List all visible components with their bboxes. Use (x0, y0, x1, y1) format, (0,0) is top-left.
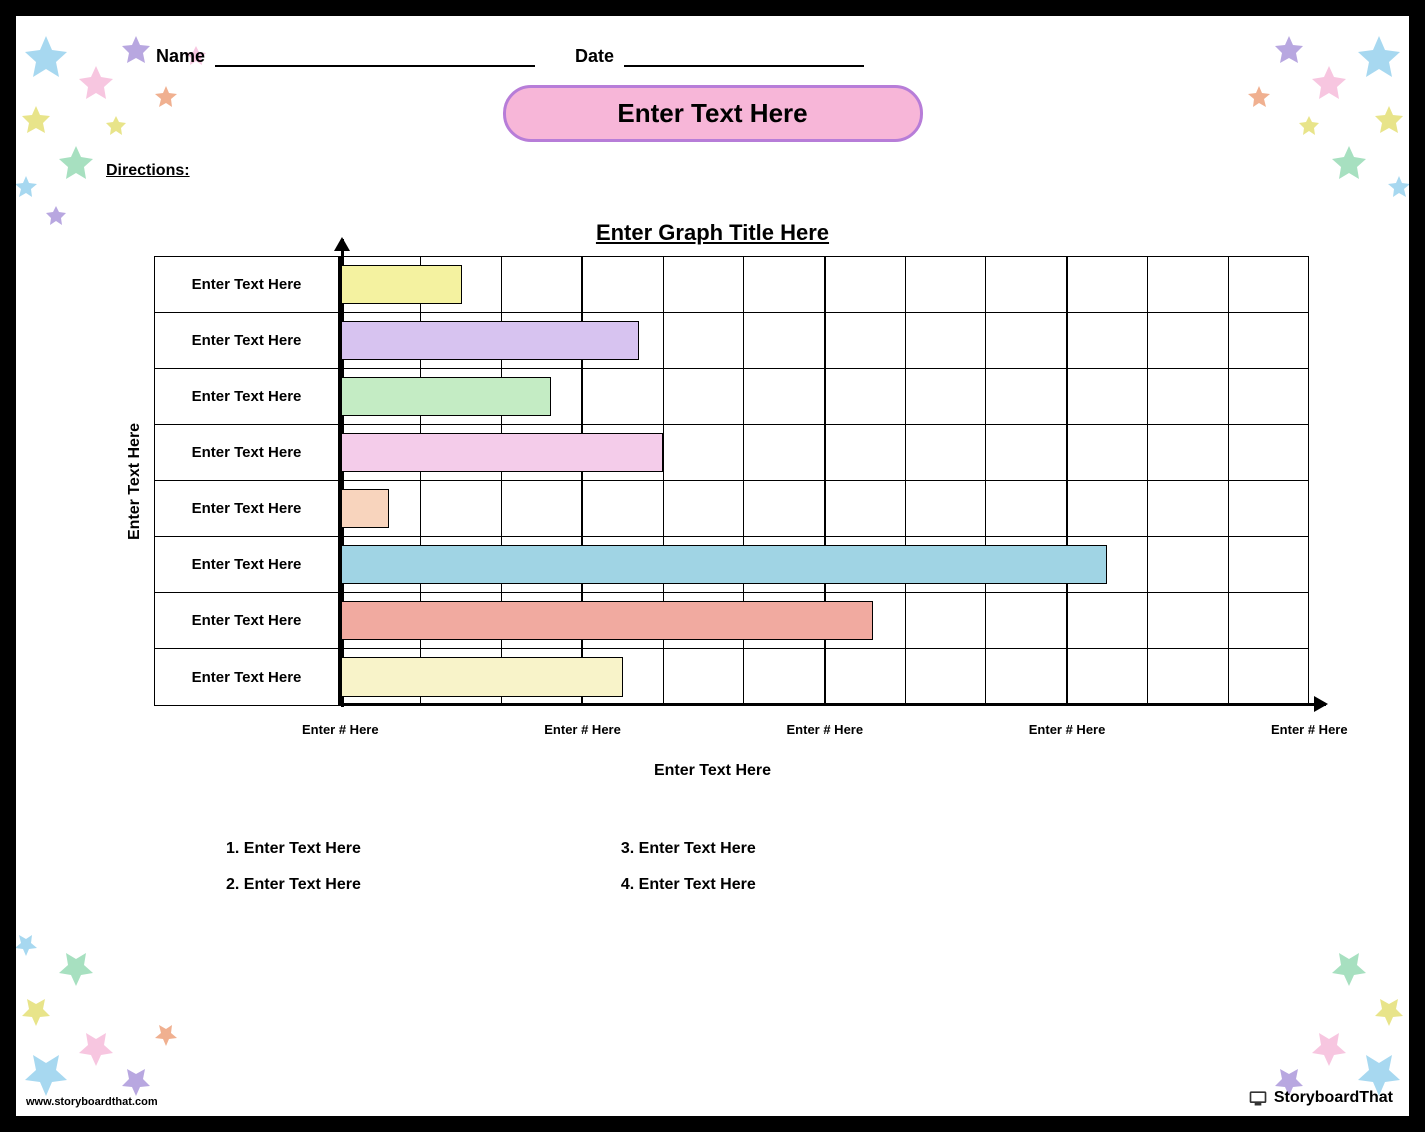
category-label[interactable]: Enter Text Here (155, 313, 341, 368)
x-axis-ticks: Enter # HereEnter # HereEnter # HereEnte… (302, 722, 1309, 742)
x-axis-label[interactable]: Enter Text Here (116, 762, 1309, 780)
y-axis-label[interactable]: Enter Text Here (116, 256, 154, 706)
category-label[interactable]: Enter Text Here (155, 537, 341, 592)
question-1[interactable]: 1. Enter Text Here (226, 840, 361, 858)
worksheet-page: Name Date Enter Text Here Directions: En… (16, 16, 1409, 1116)
bar-cell (341, 257, 1308, 312)
bar-cell (341, 649, 1308, 705)
bar (341, 657, 623, 696)
footer-brand-text: StoryboardThat (1274, 1089, 1393, 1107)
bar (341, 321, 639, 360)
footer-url: www.storyboardthat.com (26, 1096, 158, 1108)
chart-row: Enter Text Here (155, 593, 1308, 649)
name-input-line[interactable] (215, 49, 535, 67)
bar-cell (341, 481, 1308, 536)
category-label[interactable]: Enter Text Here (155, 425, 341, 480)
bar (341, 377, 551, 416)
chart-row: Enter Text Here (155, 481, 1308, 537)
date-label: Date (575, 46, 614, 67)
chart-row: Enter Text Here (155, 425, 1308, 481)
chart-row: Enter Text Here (155, 369, 1308, 425)
bar (341, 433, 663, 472)
bar (341, 489, 389, 528)
question-column-1: 1. Enter Text Here 2. Enter Text Here (226, 840, 361, 912)
bar-cell (341, 425, 1308, 480)
bar-cell (341, 369, 1308, 424)
category-label[interactable]: Enter Text Here (155, 257, 341, 312)
category-label[interactable]: Enter Text Here (155, 593, 341, 648)
question-3[interactable]: 3. Enter Text Here (621, 840, 756, 858)
category-label[interactable]: Enter Text Here (155, 649, 341, 705)
chart-grid: Enter Text HereEnter Text HereEnter Text… (154, 256, 1309, 706)
chart-title[interactable]: Enter Graph Title Here (116, 220, 1309, 246)
bar (341, 545, 1107, 584)
footer-brand: StoryboardThat (1248, 1088, 1393, 1108)
date-field[interactable]: Date (575, 46, 864, 67)
question-2[interactable]: 2. Enter Text Here (226, 876, 361, 894)
chart-container: Enter Graph Title Here Enter Text Here E… (116, 220, 1309, 780)
storyboard-logo-icon (1248, 1088, 1268, 1108)
chart-row: Enter Text Here (155, 649, 1308, 705)
chart-row: Enter Text Here (155, 257, 1308, 313)
title-input[interactable]: Enter Text Here (503, 85, 923, 142)
name-field[interactable]: Name (156, 46, 535, 67)
bar-cell (341, 537, 1308, 592)
bar-cell (341, 593, 1308, 648)
category-label[interactable]: Enter Text Here (155, 369, 341, 424)
chart-row: Enter Text Here (155, 313, 1308, 369)
questions-section: 1. Enter Text Here 2. Enter Text Here 3.… (226, 840, 1349, 912)
question-column-2: 3. Enter Text Here 4. Enter Text Here (621, 840, 756, 912)
bar-cell (341, 313, 1308, 368)
chart-row: Enter Text Here (155, 537, 1308, 593)
bar (341, 265, 462, 304)
bar (341, 601, 873, 640)
header-fields: Name Date (156, 46, 1269, 67)
directions-label: Directions: (106, 162, 1349, 180)
date-input-line[interactable] (624, 49, 864, 67)
category-label[interactable]: Enter Text Here (155, 481, 341, 536)
question-4[interactable]: 4. Enter Text Here (621, 876, 756, 894)
name-label: Name (156, 46, 205, 67)
